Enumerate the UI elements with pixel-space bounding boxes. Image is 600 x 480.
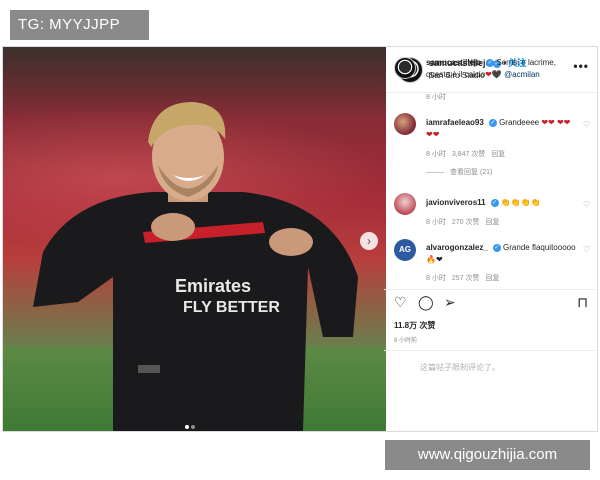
- reply-button[interactable]: 回复: [485, 219, 499, 226]
- comment-bubble-icon[interactable]: ◯: [418, 295, 434, 309]
- comment-avatar[interactable]: [394, 193, 416, 215]
- verified-badge-icon: ✓: [492, 243, 501, 252]
- view-replies-button[interactable]: 查看回复 (21): [426, 167, 492, 177]
- share-send-icon[interactable]: ➢: [444, 295, 456, 309]
- comment-item: javionviveros11 ✓ 👏👏👏👏: [426, 197, 576, 209]
- carousel-dot: [191, 425, 195, 429]
- comments-panel: samucastillejo ✓ Sorrisi e lacrime, quest…: [384, 47, 596, 289]
- comment-avatar[interactable]: [394, 113, 416, 135]
- comment-like-heart-icon[interactable]: ♡: [583, 200, 590, 209]
- comment-emoji: 👏👏👏👏: [500, 198, 541, 207]
- caption-text: samucastillejo ✓ Sorrisi e lacrime, quest…: [426, 57, 576, 81]
- comment-like-heart-icon[interactable]: ♡: [583, 120, 590, 129]
- comments-disabled-notice: 这篇帖子限制评论了。: [384, 350, 596, 384]
- verified-badge-icon: ✓: [486, 58, 495, 67]
- next-photo-button[interactable]: ›: [360, 232, 378, 250]
- verified-badge-icon: ✓: [490, 198, 499, 207]
- comment-text: Grandeeee: [499, 118, 540, 127]
- comment-text: Grande flaquitooooo: [503, 243, 576, 252]
- post-photo[interactable]: Emirates FLY BETTER ›: [3, 47, 386, 431]
- post-time: 8 小时前: [394, 338, 418, 344]
- player-illustration: Emirates FLY BETTER: [33, 102, 358, 431]
- save-bookmark-icon[interactable]: ⊓: [577, 295, 588, 309]
- likes-count[interactable]: 11.8万 次赞: [394, 320, 435, 331]
- verified-badge-icon: ✓: [488, 118, 497, 127]
- comment-username[interactable]: iamrafaeleao93: [426, 118, 484, 127]
- svg-text:FLY BETTER: FLY BETTER: [183, 299, 280, 316]
- action-bar: ♡ ◯ ➢ ⊓: [384, 289, 596, 311]
- like-heart-icon[interactable]: ♡: [394, 295, 407, 309]
- comment-meta: 8 小时 257 次赞 回复: [426, 275, 500, 282]
- comment-avatar[interactable]: AG: [394, 239, 416, 261]
- caption-time: 8 小时: [426, 94, 446, 101]
- caption-avatar[interactable]: [394, 57, 416, 79]
- reply-button[interactable]: 回复: [491, 151, 505, 158]
- comment-meta: 8 小时 270 次赞 回复: [426, 219, 500, 226]
- caption-username[interactable]: samucastillejo: [426, 58, 481, 67]
- caption-mention[interactable]: @acmilan: [504, 70, 540, 79]
- comment-like-heart-icon[interactable]: ♡: [583, 245, 590, 254]
- carousel-indicator: [185, 416, 197, 431]
- comment-meta: 8 小时 3,847 次赞 回复: [426, 151, 506, 158]
- carousel-dot-active: [185, 425, 189, 429]
- caption-emoji: ❤🖤: [485, 70, 502, 79]
- comment-username[interactable]: alvarogonzalez_: [426, 243, 488, 252]
- comment-username[interactable]: javionviveros11: [426, 198, 486, 207]
- reply-button[interactable]: 回复: [485, 275, 499, 282]
- comment-item: alvarogonzalez_ ✓ Grande flaquitooooo 🔥❤: [426, 242, 576, 266]
- watermark-bottom: www.qigouzhijia.com: [385, 440, 590, 470]
- comment-emoji: 🔥❤: [426, 255, 443, 264]
- comment-item: iamrafaeleao93 ✓ Grandeeee ❤❤ ❤❤❤❤: [426, 117, 576, 141]
- watermark-top: TG: MYYJJPP: [10, 10, 149, 40]
- svg-text:Emirates: Emirates: [175, 276, 251, 296]
